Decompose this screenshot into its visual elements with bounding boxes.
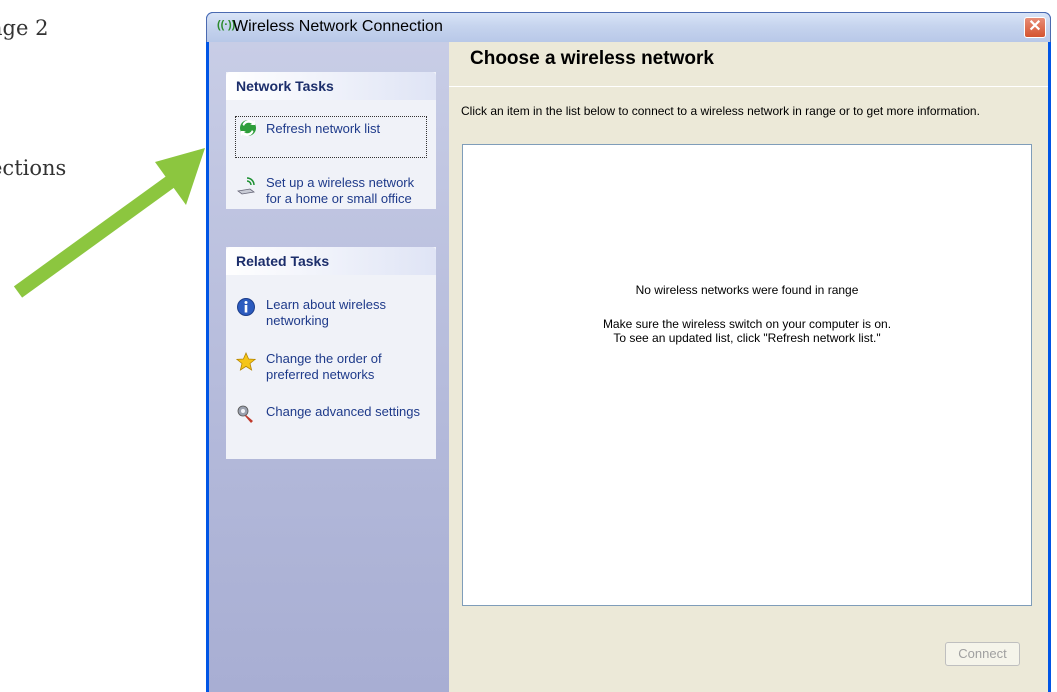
window-title: Wireless Network Connection (233, 18, 443, 35)
change-order-label: Change the order of preferred networks (266, 351, 382, 382)
related-tasks-header[interactable]: Related Tasks (226, 247, 436, 275)
intro-text: Click an item in the list below to conne… (461, 104, 980, 118)
change-order-task[interactable]: Change the order of preferred networks (236, 351, 426, 383)
change-advanced-settings-label: Change advanced settings (266, 404, 420, 419)
info-icon (237, 298, 255, 316)
network-tasks-header[interactable]: Network Tasks (226, 72, 436, 100)
close-button[interactable]: ✕ (1024, 17, 1046, 38)
related-tasks-group: Related Tasks Learn about wireless netwo… (226, 247, 436, 459)
header-divider (449, 86, 1048, 87)
refresh-icon (240, 119, 256, 137)
learn-wireless-task[interactable]: Learn about wireless networking (236, 297, 426, 329)
refresh-network-list-task[interactable]: Refresh network list (235, 116, 427, 158)
empty-hint-line-1: Make sure the wireless switch on your co… (602, 317, 892, 331)
star-icon (236, 352, 256, 371)
wireless-setup-icon (237, 177, 255, 195)
change-advanced-settings-task[interactable]: Change advanced settings (236, 404, 426, 423)
setup-wireless-network-task[interactable]: Set up a wireless network for a home or … (236, 175, 426, 207)
setup-wireless-network-label: Set up a wireless network for a home or … (266, 175, 415, 206)
network-tasks-group: Network Tasks Refresh network list Set u… (226, 72, 436, 209)
empty-list-hint: Make sure the wireless switch on your co… (463, 317, 1031, 345)
wireless-network-window: ((·)) Wireless Network Connection ✕ Netw… (206, 12, 1051, 692)
settings-icon (237, 405, 253, 423)
page-title: Choose a wireless network (470, 48, 714, 69)
refresh-network-list-label: Refresh network list (266, 121, 381, 136)
main-content: Choose a wireless network Click an item … (449, 42, 1048, 692)
learn-wireless-label: Learn about wireless networking (266, 297, 386, 328)
network-list[interactable]: No wireless networks were found in range… (462, 144, 1032, 606)
window-body: Network Tasks Refresh network list Set u… (209, 42, 1048, 692)
empty-list-title: No wireless networks were found in range (635, 283, 859, 297)
annotation-arrow (13, 148, 205, 298)
task-pane: Network Tasks Refresh network list Set u… (209, 42, 449, 692)
title-bar[interactable]: ((·)) Wireless Network Connection ✕ (206, 12, 1051, 42)
connect-button[interactable]: Connect (945, 642, 1020, 666)
empty-hint-line-2: To see an updated list, click "Refresh n… (613, 331, 881, 345)
